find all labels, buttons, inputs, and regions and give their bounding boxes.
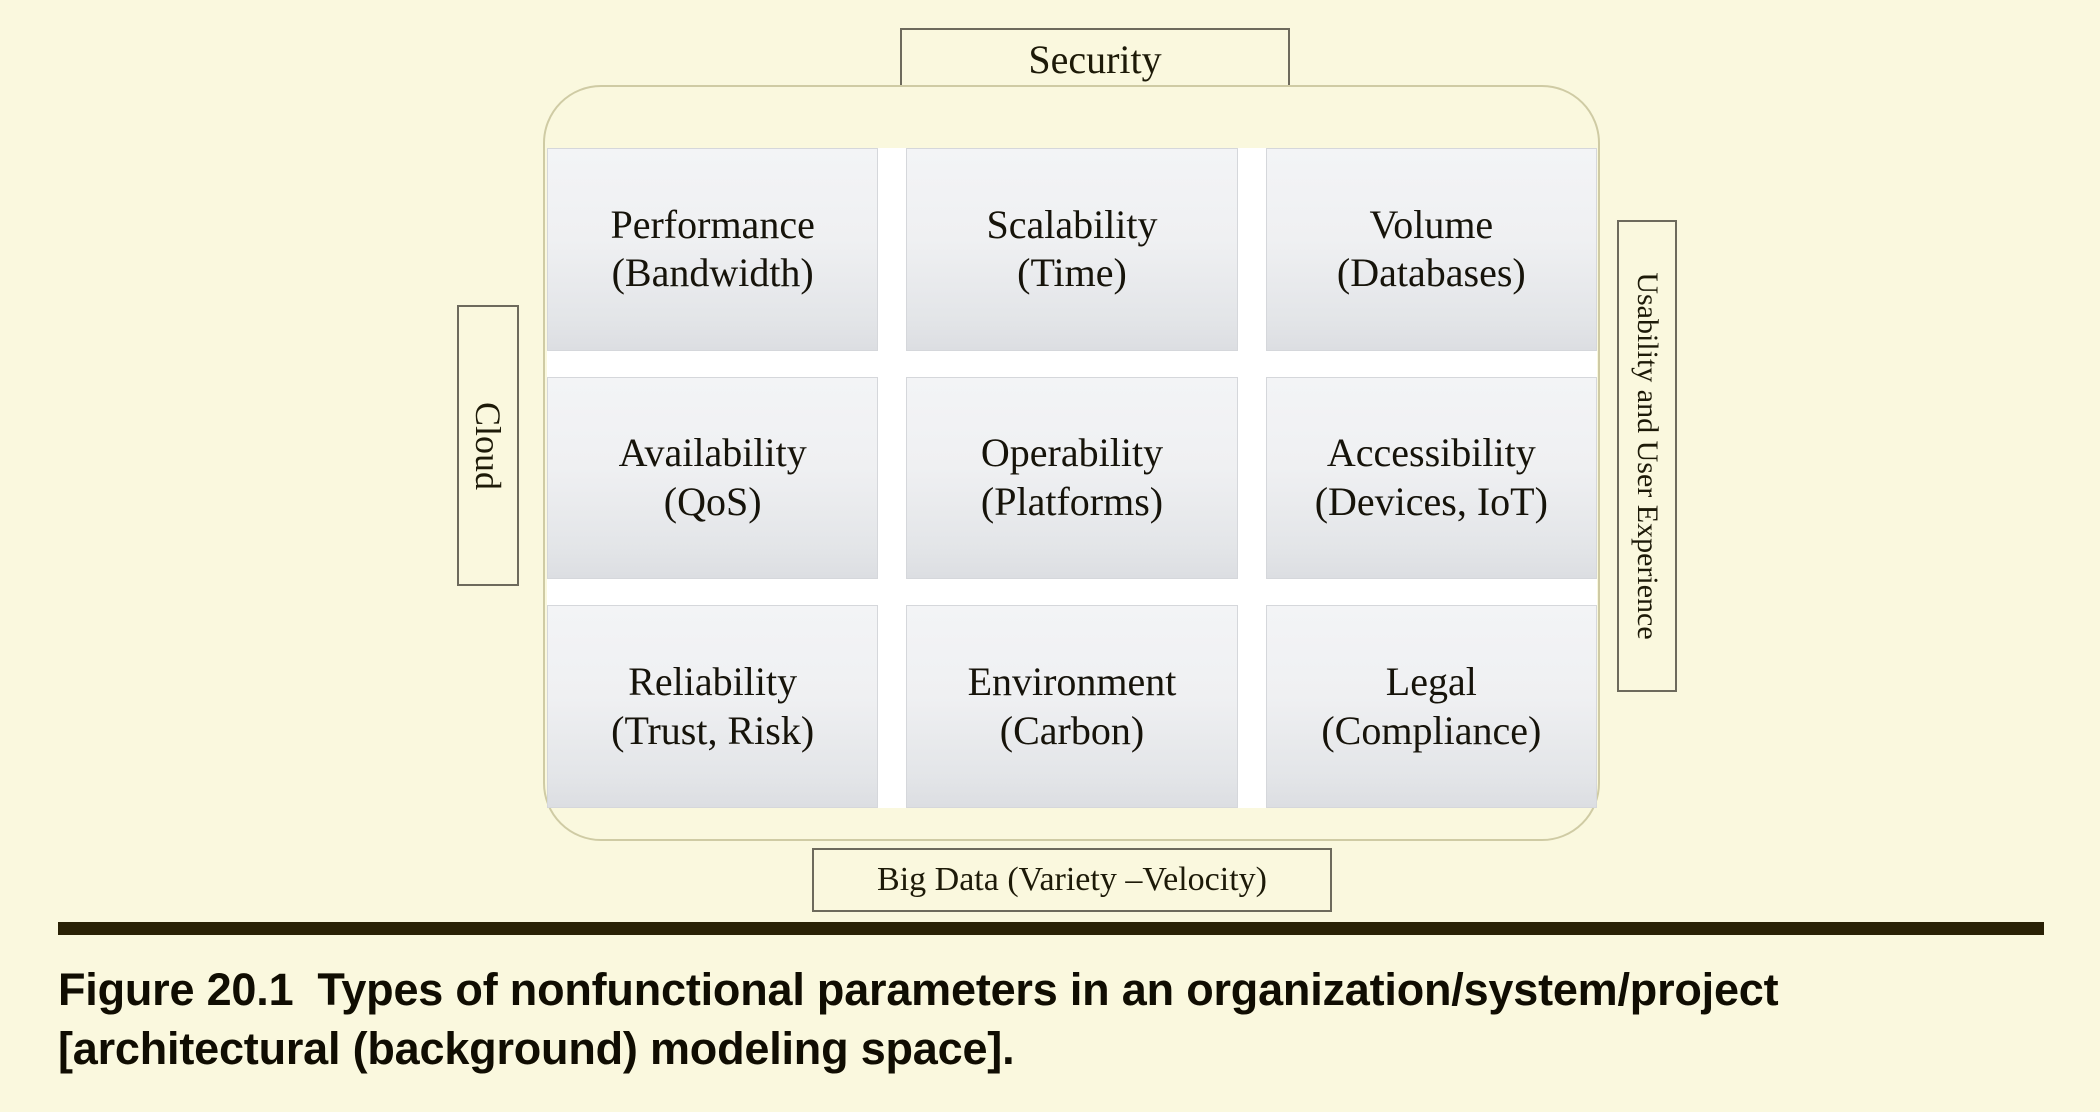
figure-caption-number: Figure 20.1 <box>58 964 294 1015</box>
grid-cell-detail: (Databases) <box>1336 250 1526 296</box>
grid-cell-detail: (Bandwidth) <box>611 250 814 296</box>
grid-cell-detail: (Carbon) <box>999 707 1145 753</box>
grid-cell: Operability (Platforms) <box>906 376 1238 580</box>
grid-cell: Scalability (Time) <box>906 148 1238 351</box>
grid-cell-detail: (Devices, IoT) <box>1314 478 1548 524</box>
grid-cell-detail: (Time) <box>1017 250 1127 296</box>
edge-label-big-data-text: Big Data (Variety –Velocity) <box>877 861 1267 898</box>
nonfunctional-parameter-grid: Performance (Bandwidth) Scalability (Tim… <box>547 148 1597 808</box>
grid-cell: Performance (Bandwidth) <box>547 148 879 351</box>
grid-cell-title: Performance <box>610 201 815 247</box>
grid-cell-detail: (QoS) <box>663 478 762 524</box>
caption-divider-rule <box>58 922 2044 935</box>
grid-cell-title: Accessibility <box>1326 430 1536 476</box>
grid-cell-detail: (Platforms) <box>980 478 1164 524</box>
grid-cell-detail: (Trust, Risk) <box>611 707 815 753</box>
grid-cell: Availability (QoS) <box>547 376 879 580</box>
grid-cell-title: Volume <box>1369 201 1494 247</box>
edge-label-security: Security <box>900 28 1290 90</box>
edge-label-big-data: Big Data (Variety –Velocity) <box>812 848 1332 912</box>
figure-container: Security Cloud Usability and User Experi… <box>0 0 2100 1112</box>
edge-label-security-text: Security <box>1028 36 1162 82</box>
grid-cell: Legal (Compliance) <box>1265 605 1597 808</box>
grid-cell-title: Legal <box>1385 658 1477 704</box>
edge-label-cloud-text: Cloud <box>468 401 508 490</box>
grid-cell: Volume (Databases) <box>1265 148 1597 351</box>
edge-label-cloud: Cloud <box>457 305 519 586</box>
edge-label-usability-and-user-experience: Usability and User Experience <box>1617 220 1677 692</box>
figure-caption: Figure 20.1 Types of nonfunctional parame… <box>58 960 2058 1079</box>
figure-caption-text: Types of nonfunctional parameters in an … <box>58 964 1779 1075</box>
grid-cell-title: Scalability <box>986 201 1158 247</box>
grid-cell-detail: (Compliance) <box>1321 707 1542 753</box>
grid-cell-title: Availability <box>618 430 807 476</box>
grid-cell-title: Reliability <box>628 658 798 704</box>
grid-cell: Environment (Carbon) <box>906 605 1238 808</box>
grid-cell: Accessibility (Devices, IoT) <box>1265 376 1597 580</box>
grid-cell-title: Operability <box>980 430 1164 476</box>
grid-cell: Reliability (Trust, Risk) <box>547 605 879 808</box>
edge-label-usability-and-user-experience-text: Usability and User Experience <box>1631 272 1664 640</box>
grid-cell-title: Environment <box>967 658 1177 704</box>
